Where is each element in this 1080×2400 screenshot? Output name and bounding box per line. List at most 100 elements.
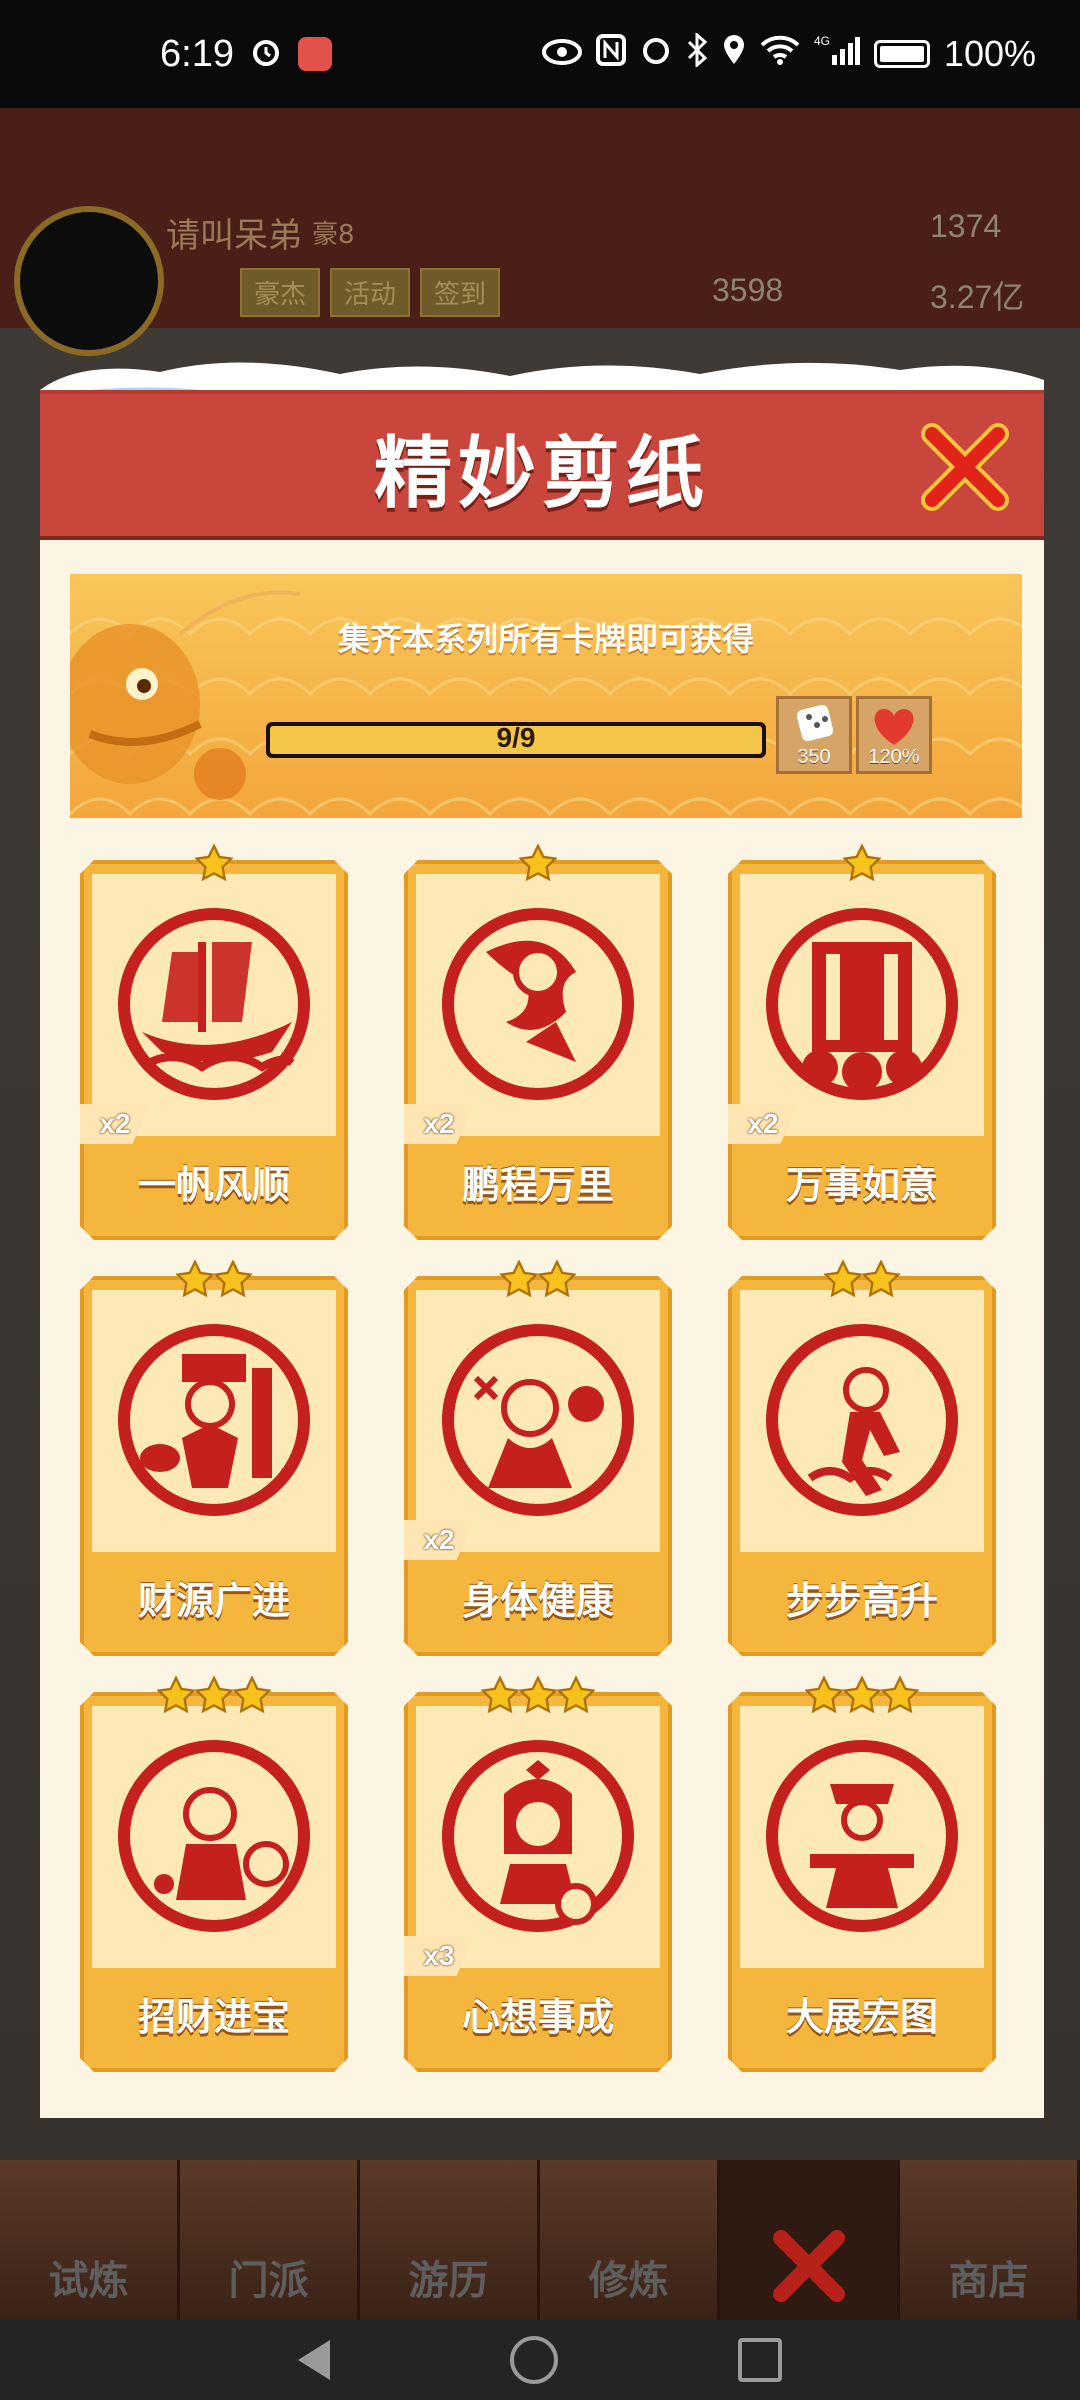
- star-rating: [404, 1259, 672, 1304]
- card-yifan-fengshun[interactable]: x2 一帆风顺: [80, 843, 348, 1240]
- header-buttons: 豪杰 活动 签到: [240, 268, 501, 317]
- star-rating: [404, 1675, 672, 1720]
- papercut-ship-icon: [118, 908, 310, 1100]
- star-icon: [156, 1675, 196, 1714]
- card-name: 身体健康: [461, 1579, 614, 1623]
- gems-count: 1374: [930, 208, 1002, 244]
- svg-text:4G: 4G: [814, 34, 830, 48]
- star-icon: [518, 1675, 558, 1714]
- papercut-fortune-god-icon: [118, 1324, 310, 1516]
- card-dazhan-hongtu[interactable]: 大展宏图: [728, 1675, 996, 2072]
- star-icon: [194, 1675, 234, 1714]
- star-icon: [194, 843, 234, 882]
- home-icon[interactable]: [510, 2336, 558, 2384]
- card-xinxiang-shicheng[interactable]: x3 心想事成: [404, 1675, 672, 2072]
- heart-icon: [874, 709, 914, 745]
- star-icon: [880, 1675, 920, 1714]
- heroes-button[interactable]: 豪杰: [240, 268, 321, 317]
- card-wanshi-ruyi[interactable]: x2 万事如意: [728, 843, 996, 1240]
- nav-sect[interactable]: 门派: [180, 2160, 360, 2320]
- nav-cultivate[interactable]: 修炼: [540, 2160, 720, 2320]
- nav-close-active[interactable]: [720, 2160, 900, 2320]
- bottom-nav: 试炼 门派 游历 修炼 商店: [0, 2160, 1080, 2320]
- close-icon: [772, 2230, 845, 2302]
- star-icon: [499, 1259, 539, 1298]
- collection-progress-bar: 9/9: [266, 722, 766, 758]
- close-icon: [921, 423, 1009, 511]
- star-icon: [537, 1259, 577, 1298]
- player-avatar[interactable]: [14, 206, 164, 356]
- system-navigation: [0, 2320, 1080, 2400]
- player-rank: 豪8: [312, 220, 355, 250]
- card-name: 大展宏图: [785, 1995, 938, 2039]
- app-notification-icon: [297, 37, 332, 71]
- papercut-collection-modal: 精妙剪纸 集齐本系列所有卡牌即可获得 9/9 350 120% x2 一帆风顺 …: [40, 362, 1044, 2118]
- star-rating: [80, 1259, 348, 1304]
- papercut-phoenix-icon: [442, 908, 634, 1100]
- star-icon: [804, 1675, 844, 1714]
- papercut-scholar-icon: [766, 1740, 958, 1932]
- nfc-icon: [595, 33, 626, 75]
- reward-heart-value: 120%: [868, 746, 920, 768]
- star-icon: [842, 843, 882, 882]
- signal-icon: 4G: [814, 33, 860, 76]
- battery-percent: 100%: [943, 33, 1036, 74]
- star-rating: [728, 1675, 996, 1720]
- card-name: 鹏程万里: [461, 1163, 614, 1207]
- star-icon: [175, 1259, 215, 1298]
- recents-icon[interactable]: [738, 2338, 782, 2382]
- card-name: 招财进宝: [137, 1995, 290, 2039]
- nav-trial[interactable]: 试炼: [0, 2160, 180, 2320]
- back-icon[interactable]: [298, 2340, 330, 2380]
- wifi-icon: [760, 34, 800, 74]
- card-bubu-gaosheng[interactable]: 步步高升: [728, 1259, 996, 1656]
- card-zhaocai-jinbao[interactable]: 招财进宝: [80, 1675, 348, 2072]
- card-name: 心想事成: [461, 1995, 614, 2039]
- reward-heart[interactable]: 120%: [856, 696, 932, 774]
- banner-text: 集齐本系列所有卡牌即可获得: [337, 620, 754, 658]
- star-icon: [518, 843, 558, 882]
- close-button[interactable]: [920, 422, 1010, 512]
- modal-body: 集齐本系列所有卡牌即可获得 9/9 350 120% x2 一帆风顺 x2 鹏程…: [40, 536, 1044, 2118]
- tokens-count: 3598: [712, 272, 784, 308]
- star-rating: [728, 843, 996, 888]
- star-icon: [556, 1675, 596, 1714]
- star-icon: [842, 1675, 882, 1714]
- card-name: 步步高升: [785, 1579, 938, 1623]
- reward-dice-value: 350: [797, 746, 831, 768]
- nav-shop[interactable]: 商店: [900, 2160, 1080, 2320]
- alarm-icon: [640, 34, 672, 75]
- card-shenti-jiankang[interactable]: x2 身体健康: [404, 1259, 672, 1656]
- alarm-icon: [250, 36, 282, 72]
- events-button[interactable]: 活动: [330, 268, 411, 317]
- card-name: 一帆风顺: [137, 1163, 290, 1207]
- status-bar: 6:19 4G 100%: [0, 0, 1080, 108]
- star-icon: [480, 1675, 520, 1714]
- star-rating: [80, 1675, 348, 1720]
- papercut-runner-icon: [766, 1324, 958, 1516]
- card-pengcheng-wanli[interactable]: x2 鹏程万里: [404, 843, 672, 1240]
- checkin-button[interactable]: 签到: [420, 268, 501, 317]
- card-grid: x2 一帆风顺 x2 鹏程万里 x2 万事如意 财源广进 x2 身体健康 步步高…: [80, 843, 1002, 2088]
- player-name: 请叫呆弟: [166, 216, 302, 256]
- dice-icon: [796, 704, 834, 742]
- card-caiyuan-guangjin[interactable]: 财源广进: [80, 1259, 348, 1656]
- coins-count: 3.27亿: [930, 279, 1025, 315]
- star-icon: [232, 1675, 272, 1714]
- star-icon: [823, 1259, 863, 1298]
- progress-text: 9/9: [496, 722, 536, 753]
- modal-title: 精妙剪纸: [373, 429, 710, 519]
- reward-dice[interactable]: 350: [776, 696, 852, 774]
- papercut-treasure-icon: [118, 1740, 310, 1932]
- star-icon: [861, 1259, 901, 1298]
- nav-travel[interactable]: 游历: [360, 2160, 540, 2320]
- card-name: 财源广进: [137, 1579, 290, 1623]
- star-rating: [404, 843, 672, 888]
- bluetooth-icon: [686, 31, 708, 76]
- papercut-girl-icon: [442, 1740, 634, 1932]
- location-icon: [722, 34, 746, 75]
- modal-header: 精妙剪纸: [40, 390, 1044, 540]
- reward-banner: 集齐本系列所有卡牌即可获得 9/9 350 120%: [70, 574, 1022, 818]
- card-name: 万事如意: [785, 1163, 938, 1207]
- status-time: 6:19: [160, 32, 234, 75]
